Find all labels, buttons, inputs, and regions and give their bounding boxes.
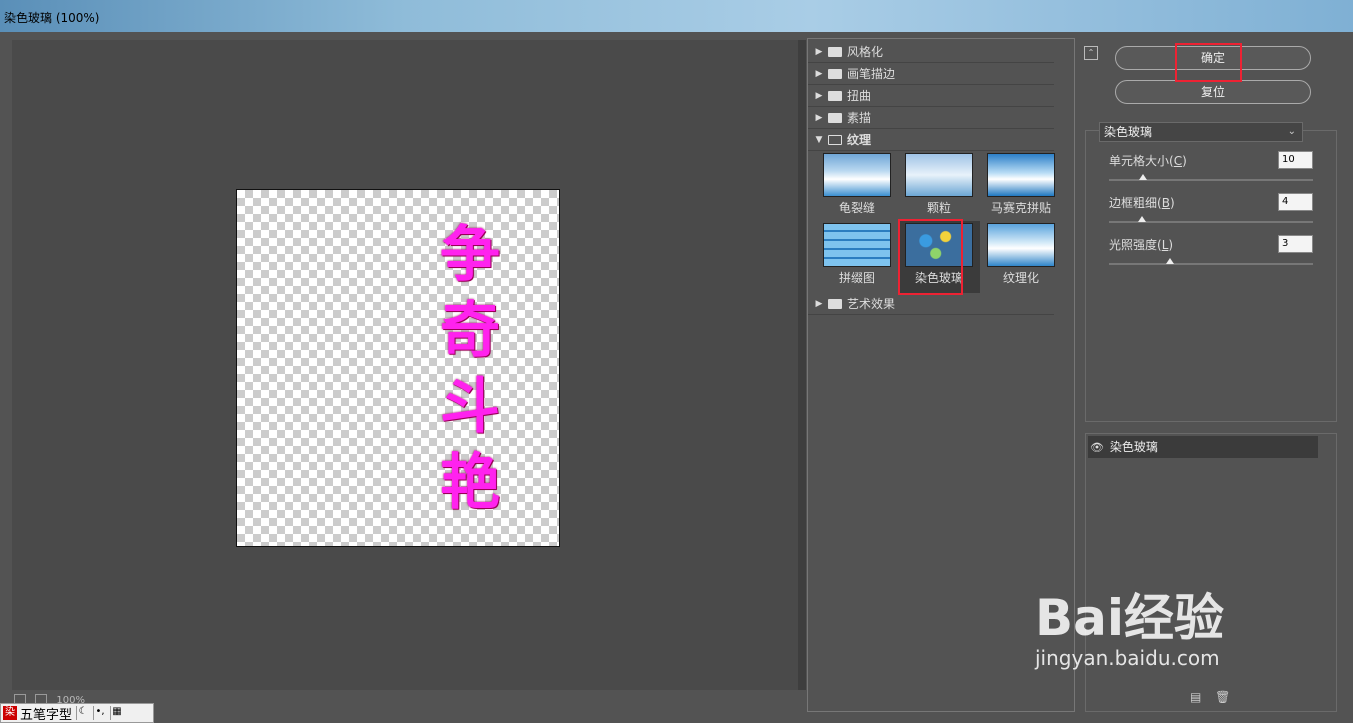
border-thickness-slider[interactable] xyxy=(1109,216,1313,223)
thumb-texturizer[interactable]: 纹理化 xyxy=(980,221,1062,293)
expand-icon: ▶ xyxy=(815,112,823,123)
preview-image: 争 奇 斗 艳 xyxy=(236,189,560,547)
watermark: Bai经验 jingyan.baidu.com xyxy=(1035,578,1285,670)
glass-char-2: 奇 xyxy=(440,295,500,366)
category-distort[interactable]: ▶ 扭曲 xyxy=(808,85,1054,107)
reset-button[interactable]: 复位 xyxy=(1115,80,1311,104)
effect-layers-panel: 👁 染色玻璃 xyxy=(1085,433,1337,712)
title-bar: 染色玻璃 (100%) xyxy=(0,0,1353,32)
slider-knob[interactable] xyxy=(1138,216,1146,222)
thumb-patchwork[interactable]: 拼缀图 xyxy=(816,221,898,293)
ime-moon-icon[interactable]: ☾ xyxy=(76,706,89,720)
folder-icon xyxy=(828,46,842,57)
watermark-url: jingyan.baidu.com xyxy=(1035,646,1220,670)
light-intensity-input[interactable]: 3 xyxy=(1278,235,1313,253)
thumb-image xyxy=(987,153,1055,197)
thumb-image xyxy=(987,223,1055,267)
expand-icon: ▶ xyxy=(815,90,823,101)
thumb-craquelure[interactable]: 龟裂缝 xyxy=(816,151,898,223)
folder-open-icon xyxy=(828,134,842,145)
slider-knob[interactable] xyxy=(1166,258,1174,264)
collapse-icon: ▼ xyxy=(815,134,823,145)
category-texture[interactable]: ▼ 纹理 xyxy=(808,129,1054,151)
ime-label: 五笔字型 xyxy=(20,707,73,723)
thumb-image xyxy=(905,153,973,197)
filter-settings-box xyxy=(1085,130,1337,422)
cell-size-input[interactable]: 10 xyxy=(1278,151,1313,169)
param-border-thickness-label: 边框粗细(B) xyxy=(1109,196,1175,210)
new-layer-icon[interactable]: ▤ xyxy=(1190,690,1201,704)
glass-char-1: 争 xyxy=(440,219,500,290)
glass-char-3: 斗 xyxy=(440,371,500,442)
effect-layer-row[interactable]: 👁 染色玻璃 xyxy=(1088,436,1318,458)
param-cell-size-label: 单元格大小(C) xyxy=(1109,154,1187,168)
category-artistic[interactable]: ▶ 艺术效果 xyxy=(808,293,1054,315)
slider-knob[interactable] xyxy=(1139,174,1147,180)
cell-size-slider[interactable] xyxy=(1109,174,1313,181)
glass-char-4: 艳 xyxy=(440,447,500,518)
expand-icon: ▶ xyxy=(815,46,823,57)
thumb-grain[interactable]: 颗粒 xyxy=(898,151,980,223)
light-intensity-slider[interactable] xyxy=(1109,258,1313,265)
preview-scrollbar[interactable] xyxy=(798,40,806,690)
folder-icon xyxy=(828,68,842,79)
category-brush-strokes[interactable]: ▶ 画笔描边 xyxy=(808,63,1054,85)
category-sketch[interactable]: ▶ 素描 xyxy=(808,107,1054,129)
watermark-brand: Bai经验 xyxy=(1035,589,1224,647)
category-stylize[interactable]: ▶ 风格化 xyxy=(808,41,1054,63)
thumb-mosaic-tiles[interactable]: 马赛克拼贴 xyxy=(980,151,1062,223)
param-light-intensity-label: 光照强度(L) xyxy=(1109,238,1174,252)
thumb-image xyxy=(823,223,891,267)
filter-select[interactable]: 染色玻璃 ⌄ xyxy=(1099,122,1303,142)
ime-keyboard-icon[interactable]: ▦ xyxy=(110,706,123,720)
thumb-image xyxy=(905,223,973,267)
collapse-icon[interactable]: ⌃ xyxy=(1084,46,1098,60)
eye-icon[interactable]: 👁 xyxy=(1088,437,1106,459)
thumb-image xyxy=(823,153,891,197)
thumb-stained-glass[interactable]: 染色玻璃 xyxy=(898,221,980,293)
folder-icon xyxy=(828,90,842,101)
chevron-down-icon: ⌄ xyxy=(1287,126,1296,137)
preview-area[interactable]: 争 奇 斗 艳 xyxy=(12,40,798,690)
layer-actions: ▤ 🗑 xyxy=(1190,690,1230,704)
ime-punct-icon[interactable]: •, xyxy=(93,706,106,720)
ime-logo-icon: 染 xyxy=(3,706,17,720)
ok-button[interactable]: 确定 xyxy=(1115,46,1311,70)
expand-icon: ▶ xyxy=(815,68,823,79)
border-thickness-input[interactable]: 4 xyxy=(1278,193,1313,211)
trash-icon[interactable]: 🗑 xyxy=(1215,690,1230,704)
ime-bar[interactable]: 染 五笔字型 ☾ •, ▦ xyxy=(0,703,154,723)
folder-icon xyxy=(828,298,842,309)
window-title: 染色玻璃 (100%) xyxy=(4,11,100,25)
folder-icon xyxy=(828,112,842,123)
texture-thumbnails: 龟裂缝 颗粒 马赛克拼贴 拼缀图 染色玻璃 纹理化 xyxy=(816,151,1056,293)
expand-icon: ▶ xyxy=(815,298,823,309)
